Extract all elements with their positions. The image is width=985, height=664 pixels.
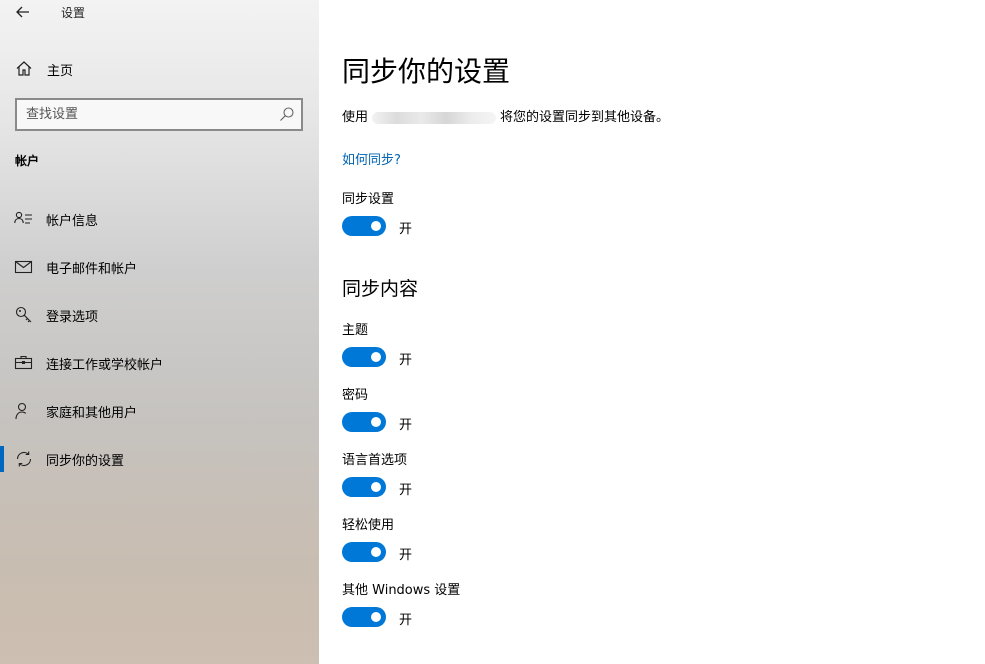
search-input[interactable] <box>17 100 267 129</box>
sync-description: 使用 将您的设置同步到其他设备。 <box>342 106 669 125</box>
person-add-icon <box>15 402 27 420</box>
how-sync-link[interactable]: 如何同步? <box>342 149 401 168</box>
ease-of-access-label: 轻松使用 <box>342 518 395 533</box>
sidebar-item-email[interactable]: 电子邮件和帐户 <box>0 247 319 287</box>
sidebar-item-label: 连接工作或学校帐户 <box>46 358 164 373</box>
language-toggle[interactable] <box>342 477 386 497</box>
other-windows-label: 其他 Windows 设置 <box>342 583 461 598</box>
sidebar-item-work-school[interactable]: 连接工作或学校帐户 <box>0 343 319 383</box>
password-label: 密码 <box>342 388 369 403</box>
theme-toggle[interactable] <box>342 347 386 367</box>
sidebar-item-label: 帐户信息 <box>46 214 99 229</box>
sync-setting-toggle[interactable] <box>342 216 386 236</box>
toggle-state-label: 开 <box>399 483 413 498</box>
sidebar-item-sync[interactable]: 同步你的设置 <box>0 439 319 479</box>
page-title: 同步你的设置 <box>342 55 511 88</box>
theme-label: 主题 <box>342 323 369 338</box>
mail-icon <box>14 260 33 274</box>
app-title: 设置 <box>61 6 86 20</box>
toggle-state-label: 开 <box>399 222 413 237</box>
briefcase-icon <box>14 355 33 370</box>
toggle-state-label: 开 <box>399 418 413 433</box>
sidebar-item-label: 家庭和其他用户 <box>46 406 138 421</box>
sync-content-title: 同步内容 <box>342 278 419 300</box>
sidebar-section-title: 帐户 <box>15 154 40 168</box>
search-box[interactable] <box>15 98 303 131</box>
main-content: 同步你的设置 使用 将您的设置同步到其他设备。 如何同步? 同步设置 开 同步内容… <box>319 0 985 664</box>
sidebar-item-label: 电子邮件和帐户 <box>46 262 138 277</box>
sync-setting-label: 同步设置 <box>342 192 395 207</box>
sync-icon <box>16 451 32 467</box>
sidebar-item-label: 登录选项 <box>46 310 99 325</box>
sidebar-item-home[interactable]: 主页 <box>0 52 319 84</box>
sidebar-item-label: 同步你的设置 <box>46 454 125 469</box>
title-bar: 设置 <box>0 0 319 28</box>
toggle-state-label: 开 <box>399 548 413 563</box>
desc-suffix: 将您的设置同步到其他设备。 <box>500 110 670 125</box>
home-icon <box>16 61 32 76</box>
sidebar-item-label: 主页 <box>47 64 74 79</box>
ease-of-access-toggle[interactable] <box>342 542 386 562</box>
toggle-state-label: 开 <box>399 353 413 368</box>
toggle-state-label: 开 <box>399 613 413 628</box>
search-icon[interactable] <box>279 106 295 122</box>
sidebar-item-sign-in[interactable]: 登录选项 <box>0 295 319 335</box>
sidebar: 设置 主页 帐户 帐户信息 电子邮件和帐户 <box>0 0 319 664</box>
redacted-email <box>372 111 497 124</box>
desc-prefix: 使用 <box>342 110 369 125</box>
sidebar-item-account-info[interactable]: 帐户信息 <box>0 199 319 239</box>
back-arrow-icon <box>16 6 29 18</box>
key-icon <box>15 306 32 323</box>
account-info-icon <box>14 211 32 224</box>
sidebar-item-family[interactable]: 家庭和其他用户 <box>0 391 319 431</box>
password-toggle[interactable] <box>342 412 386 432</box>
language-label: 语言首选项 <box>342 453 408 468</box>
back-button[interactable] <box>8 0 38 24</box>
other-windows-toggle[interactable] <box>342 607 386 627</box>
